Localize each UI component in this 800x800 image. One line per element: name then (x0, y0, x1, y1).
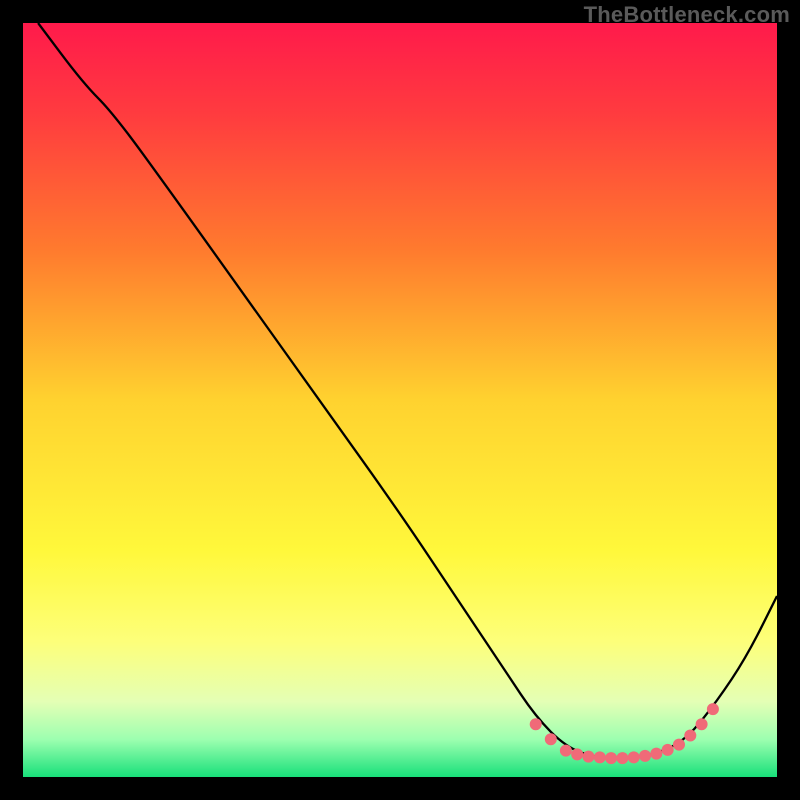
highlight-marker (628, 751, 640, 763)
highlight-marker (650, 748, 662, 760)
highlight-marker (696, 718, 708, 730)
highlight-marker (684, 730, 696, 742)
highlight-marker (560, 745, 572, 757)
bottleneck-curve-chart (23, 23, 777, 777)
highlight-marker (545, 733, 557, 745)
highlight-marker (662, 744, 674, 756)
watermark-text: TheBottleneck.com (584, 2, 790, 28)
highlight-marker (605, 752, 617, 764)
highlight-marker (583, 751, 595, 763)
plot-background (23, 23, 777, 777)
highlight-marker (707, 703, 719, 715)
highlight-marker (530, 718, 542, 730)
highlight-marker (673, 739, 685, 751)
chart-frame (23, 23, 777, 777)
highlight-marker (616, 752, 628, 764)
highlight-marker (594, 751, 606, 763)
highlight-marker (571, 748, 583, 760)
highlight-marker (639, 750, 651, 762)
